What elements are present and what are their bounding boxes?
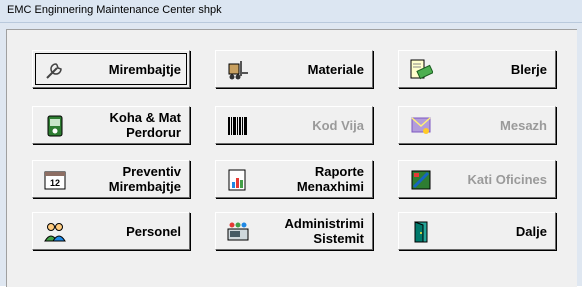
timer-icon bbox=[43, 114, 67, 138]
preventiv-label: Preventiv Mirembajtje bbox=[108, 164, 181, 194]
raporte-button[interactable]: Raporte Menaxhimi bbox=[215, 160, 373, 198]
kod-vija-button[interactable]: Kod Vija bbox=[215, 106, 373, 144]
mesazh-button[interactable]: Mesazh bbox=[398, 106, 556, 144]
raporte-label: Raporte Menaxhimi bbox=[296, 164, 364, 194]
report-chart-icon bbox=[226, 168, 250, 192]
koha-mat-button[interactable]: Koha & Mat Perdorur bbox=[32, 106, 190, 144]
svg-text:12: 12 bbox=[50, 178, 60, 188]
people-icon bbox=[43, 220, 67, 244]
materiale-button[interactable]: Materiale bbox=[215, 50, 373, 88]
invoice-money-icon bbox=[409, 58, 434, 82]
personel-label: Personel bbox=[126, 223, 181, 239]
kod-vija-label: Kod Vija bbox=[312, 117, 364, 133]
koha-mat-label: Koha & Mat Perdorur bbox=[109, 110, 182, 140]
wrench-icon bbox=[43, 58, 67, 82]
preventiv-button[interactable]: 12 Preventiv Mirembajtje bbox=[32, 160, 190, 198]
title-bar: EMC Enginnering Maintenance Center shpk bbox=[0, 0, 582, 23]
kati-oficines-label: Kati Oficines bbox=[467, 171, 547, 187]
mirembajtje-label: Mirembajtje bbox=[108, 61, 181, 77]
blerje-button[interactable]: Blerje bbox=[398, 50, 556, 88]
barcode-icon bbox=[226, 114, 250, 138]
admin-computer-icon bbox=[226, 220, 250, 244]
window-title: EMC Enginnering Maintenance Center shpk bbox=[7, 4, 222, 16]
mesazh-label: Mesazh bbox=[500, 117, 547, 133]
dalje-button[interactable]: Dalje bbox=[398, 212, 556, 250]
office-floor-icon bbox=[409, 168, 433, 192]
materiale-label: Materiale bbox=[307, 61, 364, 77]
personel-button[interactable]: Personel bbox=[32, 212, 190, 250]
blerje-label: Blerje bbox=[510, 61, 547, 77]
administrimi-label: Administrimi Sistemit bbox=[284, 216, 364, 246]
mirembajtje-button[interactable]: Mirembajtje bbox=[32, 50, 190, 88]
calendar-icon: 12 bbox=[43, 168, 67, 192]
message-icon bbox=[409, 114, 433, 138]
forklift-icon bbox=[226, 58, 250, 82]
kati-oficines-button[interactable]: Kati Oficines bbox=[398, 160, 556, 198]
exit-door-icon bbox=[409, 220, 433, 244]
administrimi-button[interactable]: Administrimi Sistemit bbox=[215, 212, 373, 250]
dalje-label: Dalje bbox=[515, 223, 547, 239]
